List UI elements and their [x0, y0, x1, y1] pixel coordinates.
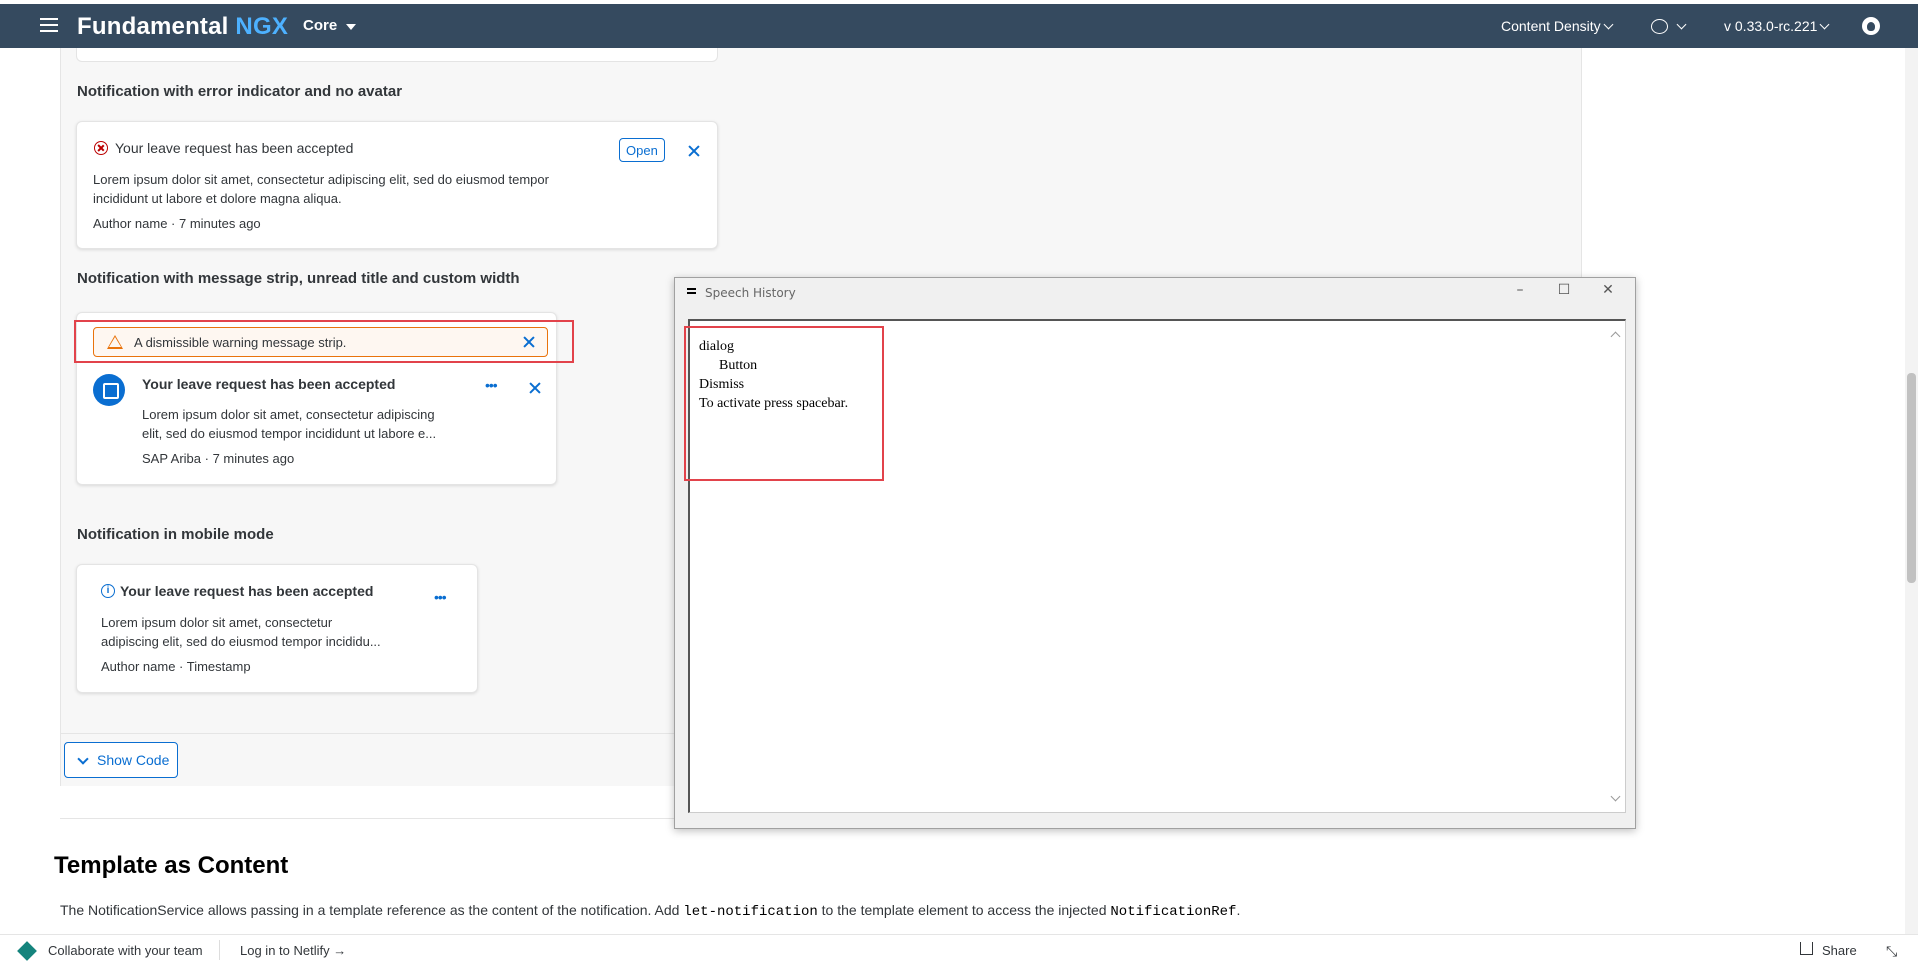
body-line: Lorem ipsum dolor sit amet, consectetur …: [93, 172, 549, 187]
shell-bar: Fundamental NGX Core Content Density v 0…: [0, 4, 1918, 48]
window-title: Speech History: [705, 286, 796, 300]
dialog-scrollbar[interactable]: [1608, 321, 1625, 812]
window-menu-icon[interactable]: [687, 288, 696, 294]
caret-down-icon: [346, 24, 356, 30]
show-code-label: Show Code: [97, 752, 170, 768]
text-part: The NotificationService allows passing i…: [60, 902, 684, 918]
theme-icon[interactable]: [1651, 19, 1668, 34]
body-line: incididunt ut labore et dolore magna ali…: [93, 191, 342, 206]
notification-title: Your leave request has been accepted: [115, 140, 354, 156]
scroll-up-icon[interactable]: [1610, 331, 1621, 342]
netlify-bar: Collaborate with your team Log in to Net…: [0, 934, 1918, 965]
error-notification: Your leave request has been accepted Lor…: [76, 121, 718, 249]
close-icon[interactable]: [528, 381, 542, 395]
section-heading-mobile: Notification in mobile mode: [77, 526, 274, 543]
body-line: adipiscing elit, sed do eiusmod tempor i…: [101, 634, 381, 649]
share-button[interactable]: Share: [1822, 943, 1857, 958]
highlight-box-strip: [74, 320, 574, 363]
chevron-down-icon: [1676, 19, 1687, 30]
notification-title: Your leave request has been accepted: [142, 376, 396, 392]
netlify-logo-icon: [17, 941, 37, 961]
scroll-thumb[interactable]: [1907, 373, 1916, 583]
notification-footer: SAP Ariba · 7 minutes ago: [142, 451, 295, 466]
github-icon[interactable]: [1862, 17, 1880, 35]
version-label: v 0.33.0-rc.221: [1724, 18, 1818, 34]
theme-dropdown[interactable]: [1674, 18, 1687, 34]
notification-title: Your leave request has been accepted: [120, 583, 374, 599]
brand-main: Fundamental: [77, 13, 229, 40]
section-heading-strip: Notification with message strip, unread …: [77, 270, 520, 287]
page-scrollbar[interactable]: [1905, 48, 1918, 934]
notification-body: Lorem ipsum dolor sit amet, consectetur …: [93, 170, 549, 208]
template-description: The NotificationService allows passing i…: [60, 902, 1240, 920]
text-part: to the template element to access the in…: [817, 902, 1111, 918]
mobile-notification: i Your leave request has been accepted L…: [76, 564, 478, 693]
menu-icon[interactable]: [40, 18, 58, 34]
code-divider: [60, 733, 674, 734]
content-density-label: Content Density: [1501, 18, 1601, 34]
previous-notification-card: [76, 48, 718, 62]
collaborate-link[interactable]: Collaborate with your team: [48, 943, 203, 958]
divider: [219, 940, 220, 960]
share-icon[interactable]: [1800, 942, 1813, 955]
core-dropdown[interactable]: Core: [303, 17, 337, 34]
chevron-down-icon: [1819, 19, 1830, 30]
maximize-icon[interactable]: ☐: [1549, 282, 1579, 304]
notification-body: Lorem ipsum dolor sit amet, consectetur …: [101, 613, 381, 651]
more-options-icon[interactable]: •••: [485, 377, 498, 393]
body-line: elit, sed do eiusmod tempor incididunt u…: [142, 426, 437, 441]
avatar: [93, 374, 125, 406]
login-link[interactable]: Log in to Netlify →: [240, 943, 346, 958]
brand-accent: NGX: [235, 13, 289, 40]
speech-history-window: Speech History – ☐ ✕ dialog Button Dismi…: [674, 277, 1636, 829]
minimize-icon[interactable]: –: [1505, 282, 1535, 304]
chevron-down-icon: [77, 753, 89, 765]
section-heading-error: Notification with error indicator and no…: [77, 83, 403, 100]
code-snippet: let-notification: [683, 904, 818, 920]
open-button[interactable]: Open: [619, 138, 665, 162]
notification-footer: Author name · 7 minutes ago: [93, 216, 261, 231]
version-dropdown[interactable]: v 0.33.0-rc.221: [1724, 18, 1830, 34]
text-part: .: [1236, 902, 1241, 918]
more-options-icon[interactable]: •••: [434, 589, 447, 605]
show-code-button[interactable]: Show Code: [64, 742, 178, 778]
body-line: Lorem ipsum dolor sit amet, consectetur …: [142, 407, 435, 422]
code-snippet: NotificationRef: [1110, 904, 1237, 920]
info-icon: i: [101, 584, 115, 598]
body-line: Lorem ipsum dolor sit amet, consectetur: [101, 615, 333, 630]
content-density-dropdown[interactable]: Content Density: [1501, 18, 1614, 34]
close-window-icon[interactable]: ✕: [1593, 282, 1623, 304]
error-icon: [94, 141, 108, 155]
notification-body: Lorem ipsum dolor sit amet, consectetur …: [142, 405, 436, 443]
template-heading: Template as Content: [54, 852, 289, 879]
highlight-box-speech: [684, 326, 884, 481]
scroll-down-icon[interactable]: [1610, 791, 1621, 802]
brand-logo[interactable]: Fundamental NGX: [77, 13, 288, 41]
close-icon[interactable]: [687, 144, 701, 158]
collapse-icon[interactable]: ⤡: [1886, 943, 1897, 960]
notification-footer: Author name · Timestamp: [101, 659, 251, 674]
chevron-down-icon: [1603, 19, 1614, 30]
